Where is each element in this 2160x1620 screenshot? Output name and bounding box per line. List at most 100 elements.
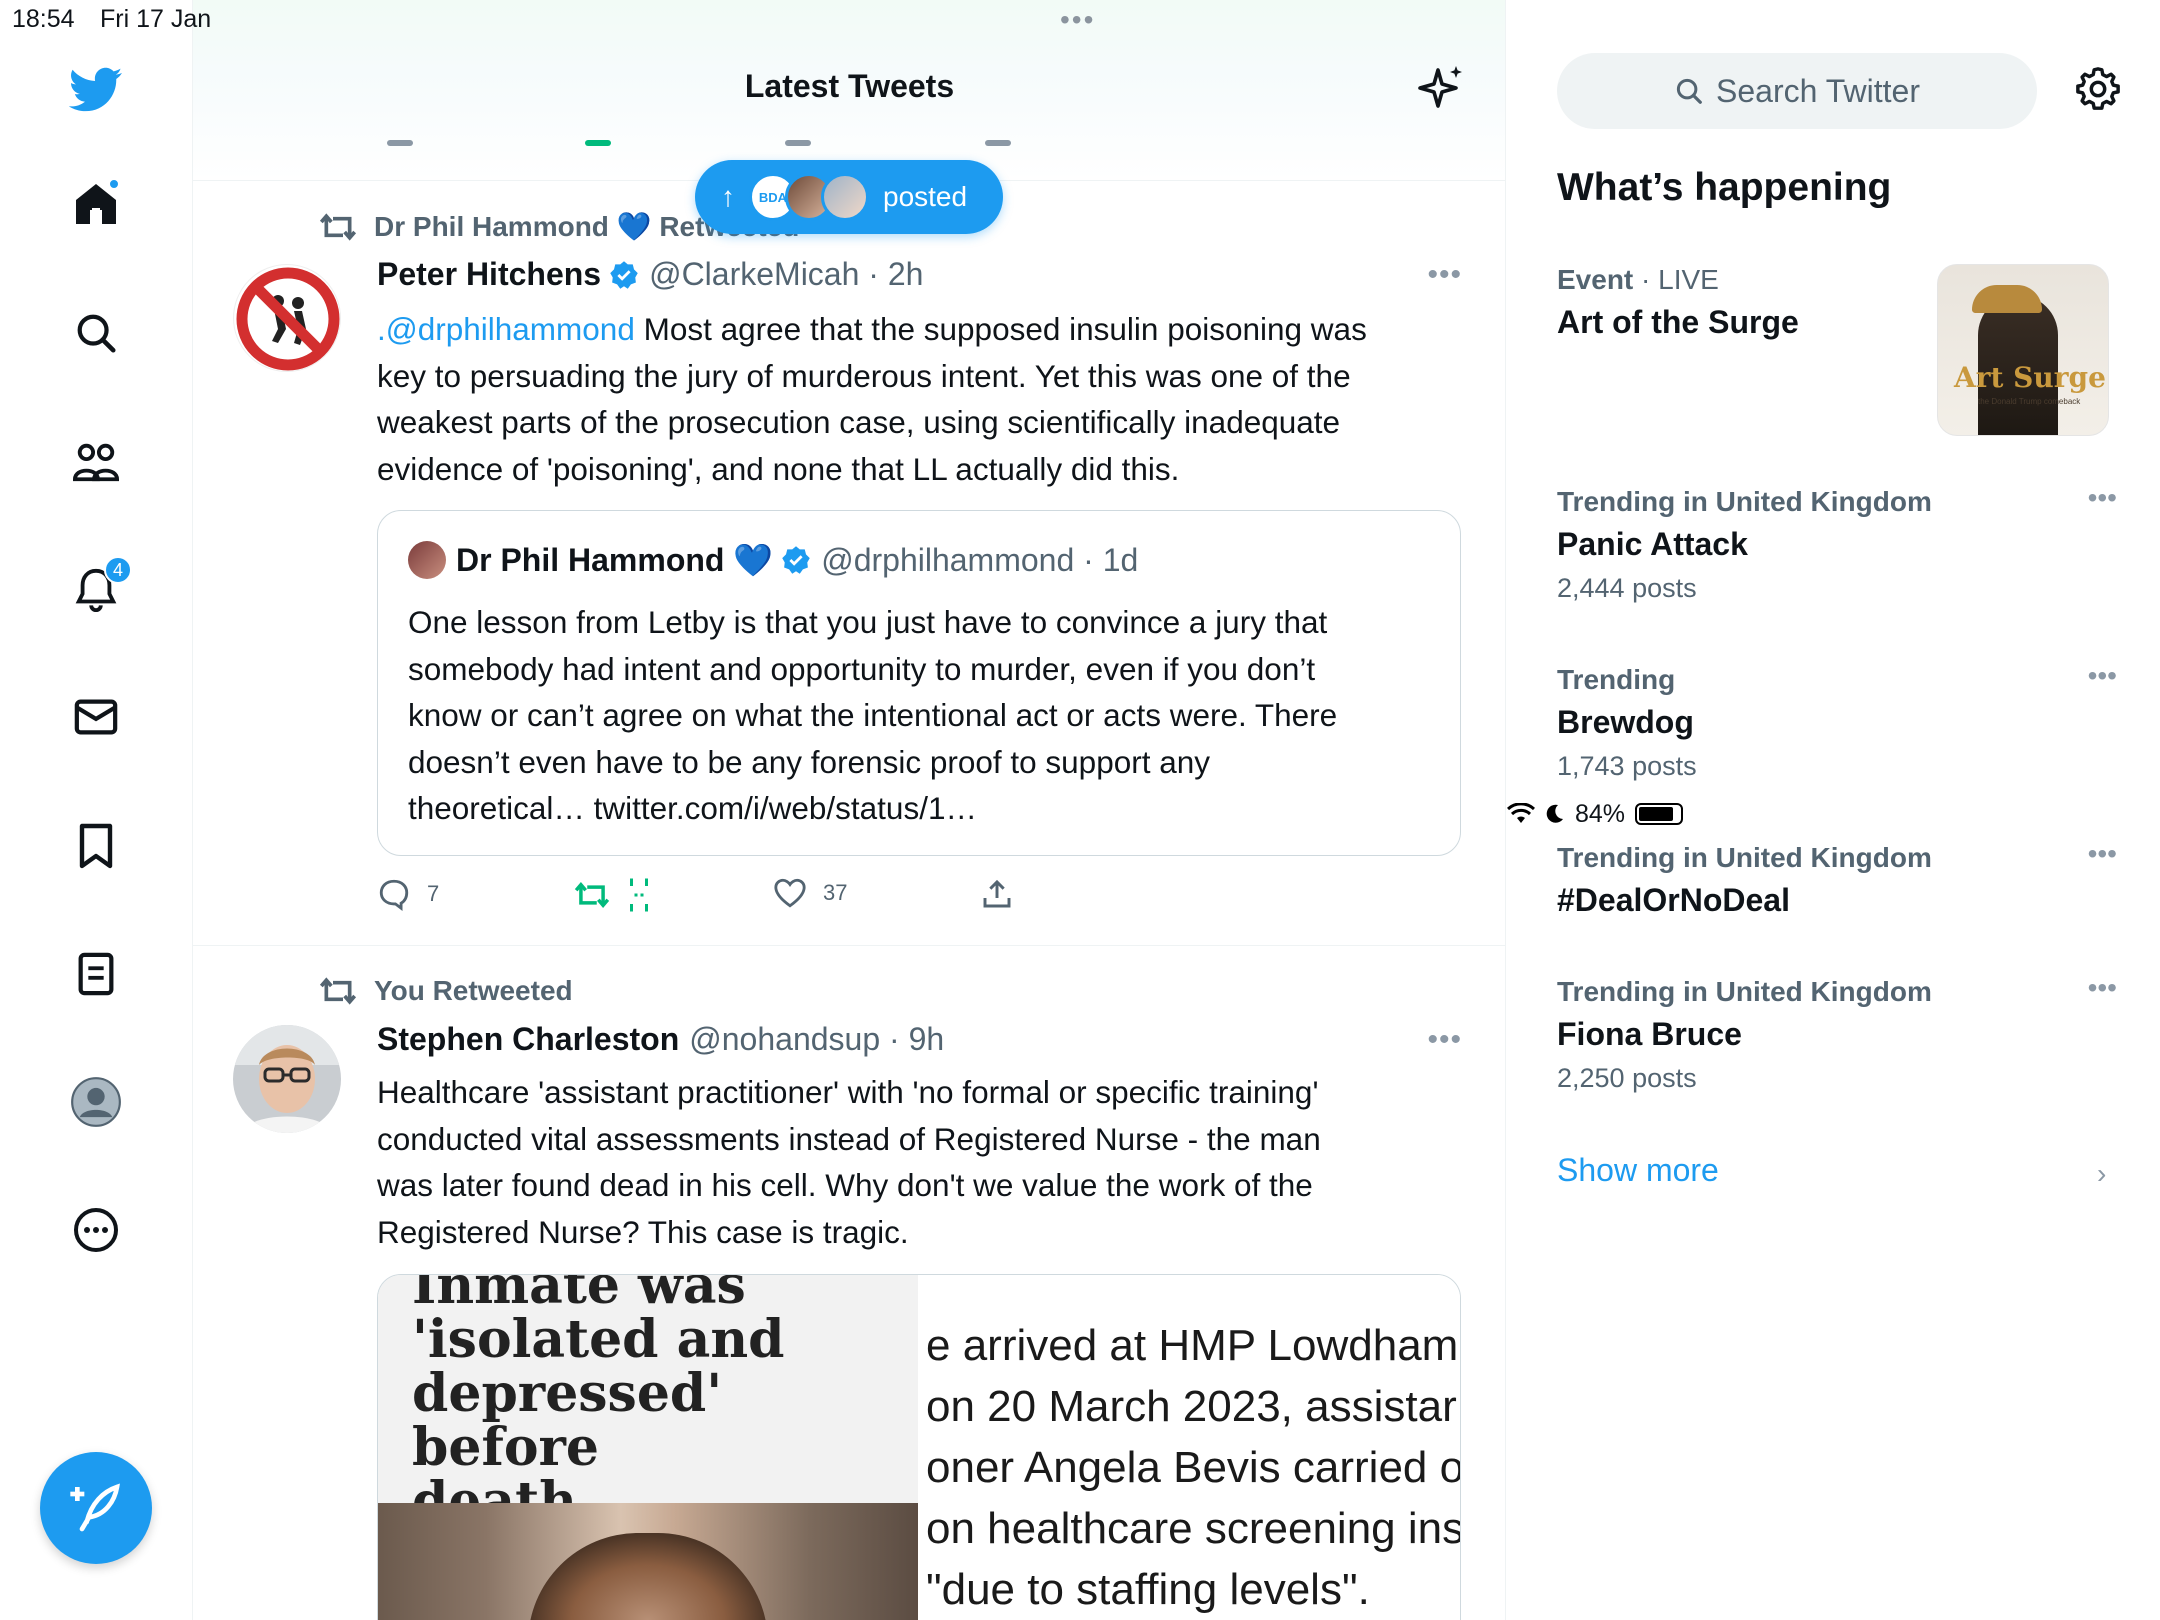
nav-more[interactable] [66, 1200, 126, 1260]
retweet-icon [319, 977, 357, 1005]
media-photo [378, 1503, 918, 1620]
twitter-ipad-app: 18:54 Fri 17 Jan ••• 84% 4 Latest Tweets… [0, 0, 2160, 1620]
nav-profile[interactable] [66, 1072, 126, 1132]
tweet[interactable]: Dr Phil Hammond 💙 Retweeted Peter Hitche… [193, 182, 1505, 946]
tweet-media[interactable]: Inmate was 'isolated and depressed' befo… [377, 1274, 1461, 1620]
page-title: Latest Tweets [744, 68, 955, 104]
nav-messages[interactable] [66, 687, 126, 747]
avatar[interactable] [233, 1025, 341, 1133]
retweet-context: You Retweeted [318, 975, 573, 1007]
lists-icon [78, 952, 114, 996]
tweet-header: Stephen Charleston @nohandsup · 9h [377, 1021, 944, 1058]
status-time: 18:54 [12, 5, 75, 33]
more-icon [74, 1208, 118, 1252]
tweet-text-line: Healthcare 'assistant practitioner' with… [377, 1074, 1319, 1110]
multitasking-dots-icon[interactable]: ••• [1060, 4, 1095, 36]
tweet-header: Peter Hitchens @ClarkeMicah · 2h [377, 256, 923, 293]
new-posts-label: posted [883, 181, 968, 212]
timeline: Latest Tweets ↑ BDA posted Dr Phil Hammo… [193, 0, 1506, 1620]
author-handle[interactable]: @nohandsup · 9h [689, 1021, 944, 1058]
nav-explore[interactable] [66, 303, 126, 363]
status-date: Fri 17 Jan [100, 5, 212, 33]
tweet-text-line: key to persuading the jury of murderous … [377, 357, 1351, 394]
headline-text: Inmate was 'isolated and depressed' befo… [412, 1274, 785, 1532]
battery-icon [1635, 803, 1684, 825]
communities-icon [72, 443, 120, 482]
nav-home[interactable] [66, 174, 126, 234]
avatar[interactable] [233, 264, 341, 372]
compose-tweet-button[interactable] [40, 1452, 152, 1564]
tweet[interactable]: You Retweeted Stephen Charleston @nohand… [193, 947, 1505, 1620]
twitter-logo[interactable] [66, 60, 126, 120]
verified-badge-icon [782, 546, 810, 574]
retweet-icon [574, 882, 610, 908]
avatar [821, 173, 869, 221]
tweet-more-icon[interactable]: ••• [1427, 1023, 1462, 1057]
no-entry-icon [236, 267, 340, 371]
nav-notifications[interactable]: 4 [66, 556, 132, 620]
loading-icon [630, 878, 648, 912]
side-navigation: 4 [0, 0, 193, 1620]
tweet-text-line: conducted vital assessments instead of R… [377, 1120, 1321, 1157]
wifi-icon [1507, 803, 1535, 823]
retweet-context-label: You Retweeted [374, 975, 573, 1006]
heart-icon [774, 878, 806, 908]
arrow-up-icon: ↑ [721, 181, 735, 212]
like-count: 37 [823, 880, 848, 905]
tweet-text-line: Registered Nurse? This case is tragic. [377, 1213, 909, 1250]
search-icon [77, 314, 116, 353]
bookmark-icon [79, 823, 113, 869]
status-indicators: 84% [1507, 4, 2160, 1620]
tweet-text-line: somebody had intent and opportunity to m… [408, 650, 1316, 687]
mention-link[interactable]: .@drphilhammond [377, 311, 635, 347]
nav-communities[interactable] [66, 432, 126, 492]
battery-percent: 84% [1575, 799, 1626, 828]
quoted-author-handle: @drphilhammond · 1d [821, 541, 1139, 578]
moon-icon [1546, 804, 1563, 823]
tweet-text-line: One lesson from Letby is that you just h… [408, 604, 1328, 640]
tweet-text-line: weakest parts of the prosecution case, u… [377, 404, 1341, 440]
reply-icon [379, 879, 409, 911]
tweet-actions: 7 37 [377, 877, 1377, 917]
quoted-tweet-text: One lesson from Letby is that you just h… [408, 599, 1438, 832]
verified-badge-icon [610, 260, 638, 289]
tweet-text: .@drphilhammond Most agree that the supp… [377, 306, 1457, 492]
media-image-headline: Inmate was 'isolated and depressed' befo… [378, 1275, 918, 1620]
avatar [408, 541, 446, 579]
tweet-text-line: doesn’t even have to be any forensic pro… [408, 743, 1211, 780]
tweet-text-line: .@drphilhammond Most agree that the supp… [377, 311, 1367, 347]
new-posts-avatars: BDA [749, 173, 869, 221]
quoted-author-name: Dr Phil Hammond 💙 [456, 542, 774, 578]
author-handle[interactable]: @ClarkeMicah · 2h [649, 256, 923, 293]
tweet-text: Healthcare 'assistant practitioner' with… [377, 1069, 1457, 1255]
share-button[interactable] [981, 877, 1013, 911]
author-name[interactable]: Stephen Charleston [377, 1021, 679, 1058]
like-button[interactable]: 37 [773, 877, 847, 909]
home-unread-dot [108, 178, 120, 190]
timeline-toggle-button[interactable] [1418, 64, 1466, 117]
reply-count: 7 [427, 881, 440, 906]
sparkle-icon [1418, 66, 1462, 108]
retweet-button[interactable] [573, 877, 651, 913]
tweet-more-icon[interactable]: ••• [1427, 258, 1462, 292]
reply-button[interactable]: 7 [377, 877, 439, 911]
media-image-article: e arrived at HMP Lowdham on 20 March 202… [926, 1275, 1460, 1620]
mail-icon [74, 699, 118, 735]
notifications-badge: 4 [104, 556, 132, 584]
new-posts-pill[interactable]: ↑ BDA posted [695, 160, 1003, 234]
person-photo [233, 1025, 341, 1133]
author-name[interactable]: Peter Hitchens [377, 256, 601, 293]
retweet-icon [319, 212, 357, 241]
tweet-text-line: evidence of 'poisoning', and none that L… [377, 450, 1180, 487]
status-bar: 18:54 Fri 17 Jan ••• 84% [0, 0, 2160, 828]
nav-bookmarks[interactable] [66, 816, 126, 876]
quoted-tweet-header: Dr Phil Hammond 💙 @drphilhammond · 1d [408, 541, 1138, 579]
tweet-text-line: was later found dead in his cell. Why do… [377, 1167, 1313, 1203]
tweet-text-line: theoretical… twitter.com/i/web/status/1… [408, 790, 977, 826]
quoted-tweet[interactable]: Dr Phil Hammond 💙 @drphilhammond · 1d On… [377, 510, 1461, 856]
tweet-text-line: know or can’t agree on what the intentio… [408, 697, 1338, 733]
compose-icon [70, 1483, 120, 1532]
profile-icon [71, 1077, 121, 1127]
nav-lists[interactable] [66, 944, 126, 1004]
share-icon [983, 879, 1011, 908]
